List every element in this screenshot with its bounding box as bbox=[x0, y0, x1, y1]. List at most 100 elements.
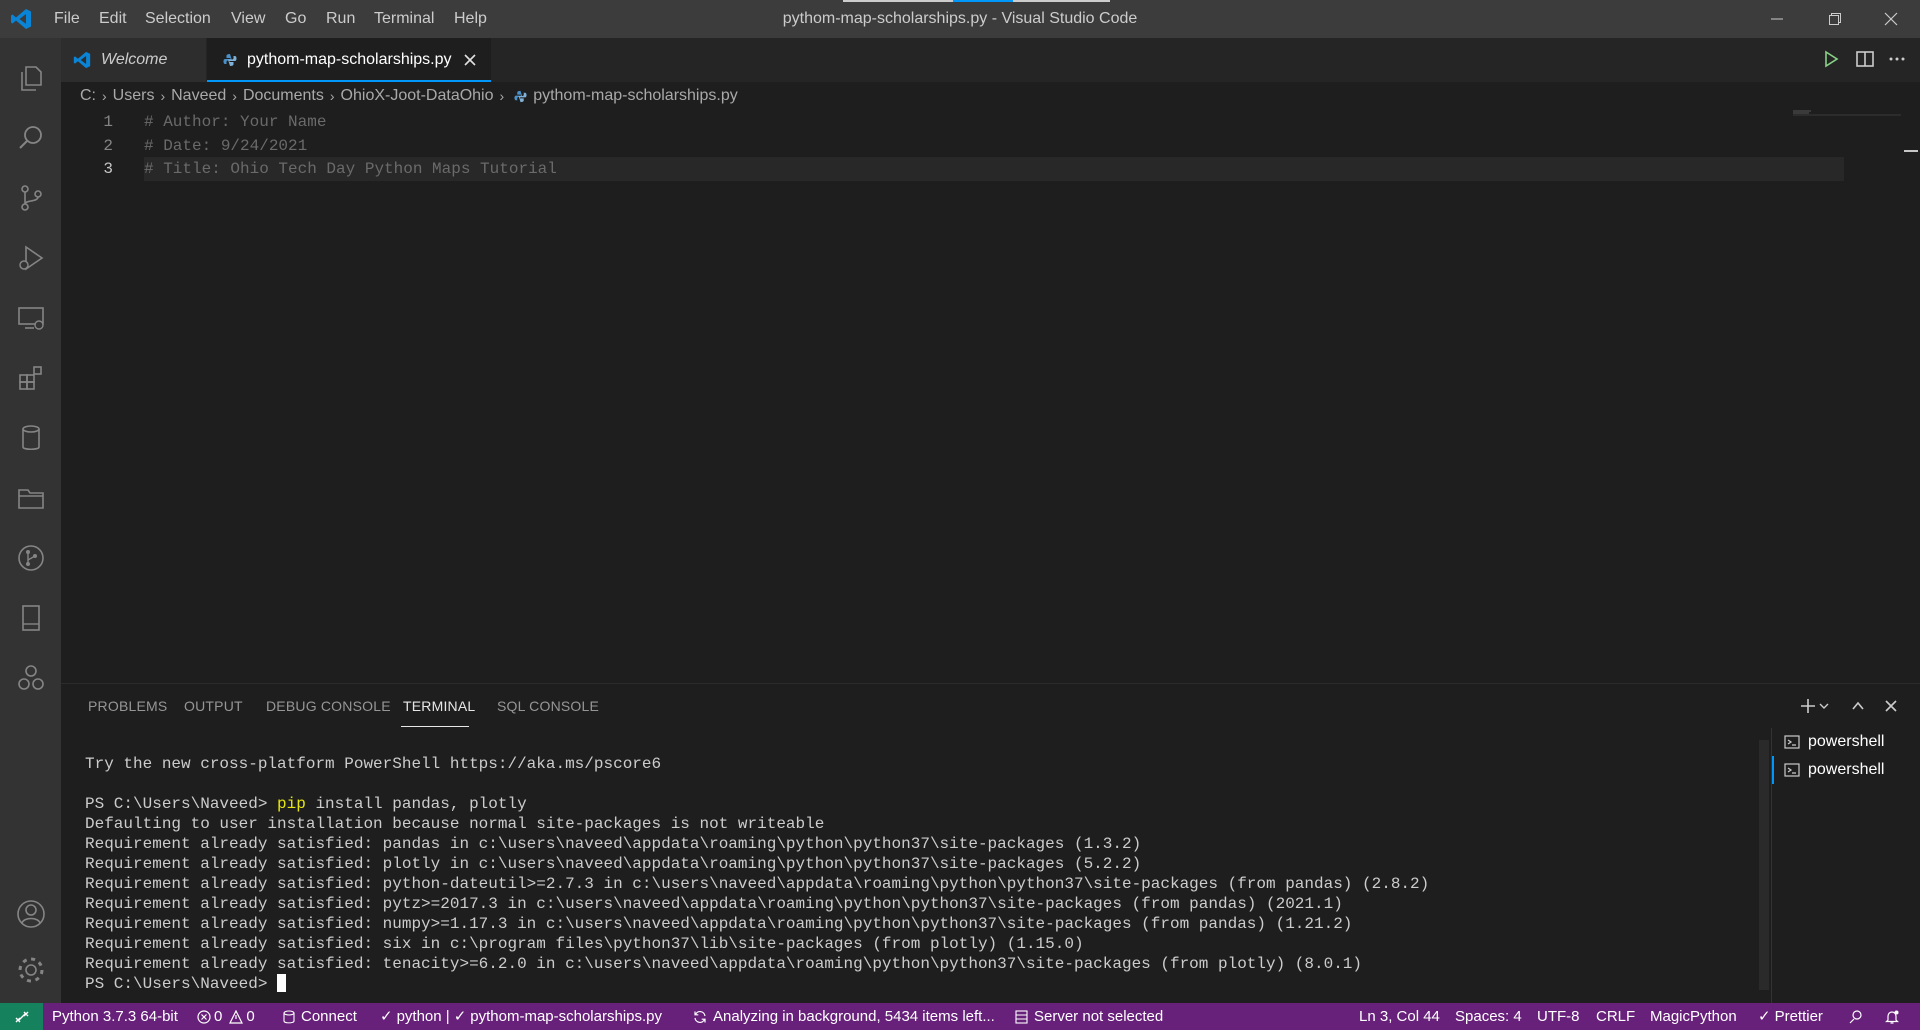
linter-label: python | bbox=[396, 1008, 450, 1025]
terminal-line: Defaulting to user installation because … bbox=[85, 815, 825, 833]
minimap[interactable] bbox=[1791, 110, 1906, 116]
tab-output[interactable]: OUTPUT bbox=[184, 684, 243, 728]
terminal-line: Requirement already satisfied: numpy>=1.… bbox=[85, 915, 1353, 933]
tab-debug-console[interactable]: DEBUG CONSOLE bbox=[266, 684, 391, 728]
indentation[interactable]: Spaces: 4 bbox=[1455, 1003, 1522, 1030]
breadcrumb-naveed[interactable]: Naveed bbox=[171, 87, 226, 105]
minimize-icon[interactable] bbox=[1754, 0, 1800, 38]
breadcrumb-folder[interactable]: OhioX-Joot-DataOhio bbox=[341, 87, 494, 105]
close-panel-icon[interactable] bbox=[1880, 695, 1902, 717]
chevron-right-icon: › bbox=[102, 88, 107, 104]
search-icon[interactable] bbox=[0, 110, 61, 166]
remote-indicator[interactable] bbox=[0, 1003, 43, 1030]
terminal-scrollbar[interactable] bbox=[1759, 740, 1769, 990]
prettier-label: Prettier bbox=[1774, 1008, 1823, 1025]
tab-welcome[interactable]: Welcome bbox=[61, 38, 206, 82]
server-label: Server not selected bbox=[1034, 1008, 1164, 1025]
live-share-icon[interactable] bbox=[0, 650, 61, 706]
remote-explorer-icon[interactable] bbox=[0, 290, 61, 346]
vscode-tab-icon bbox=[73, 51, 91, 69]
connect-database[interactable]: Connect bbox=[283, 1003, 357, 1030]
terminal-command: pip bbox=[277, 795, 306, 813]
linter-status[interactable]: ✓ python | ✓ pythom-map-scholarships.py bbox=[380, 1003, 662, 1030]
terminal-line: Requirement already satisfied: plotly in… bbox=[85, 855, 1142, 873]
menu-file[interactable]: File bbox=[54, 0, 80, 38]
error-count: 0 bbox=[214, 1008, 223, 1025]
terminal-line: Requirement already satisfied: six in c:… bbox=[85, 935, 1084, 953]
settings-gear-icon[interactable] bbox=[0, 942, 61, 998]
file-encoding[interactable]: UTF-8 bbox=[1537, 1003, 1580, 1030]
breadcrumb-drive[interactable]: C: bbox=[80, 87, 96, 105]
menu-help[interactable]: Help bbox=[454, 0, 487, 38]
run-debug-icon[interactable] bbox=[0, 230, 61, 286]
cursor-position[interactable]: Ln 3, Col 44 bbox=[1359, 1003, 1440, 1030]
menu-view[interactable]: View bbox=[231, 0, 265, 38]
activity-bar bbox=[0, 38, 61, 1003]
tab-active-label: pythom-map-scholarships.py bbox=[247, 51, 452, 68]
menu-edit[interactable]: Edit bbox=[99, 0, 127, 38]
split-editor-icon[interactable] bbox=[1855, 49, 1875, 69]
database-icon bbox=[283, 1009, 295, 1024]
tab-terminal[interactable]: TERMINAL bbox=[403, 684, 475, 728]
title-progress-indicator-accent bbox=[953, 0, 1013, 2]
check-icon: ✓ bbox=[453, 1008, 467, 1025]
restore-icon[interactable] bbox=[1812, 0, 1858, 38]
breadcrumb-file[interactable]: pythom-map-scholarships.py bbox=[533, 87, 738, 105]
maximize-panel-icon[interactable] bbox=[1847, 695, 1869, 717]
menu-selection[interactable]: Selection bbox=[145, 0, 211, 38]
tab-problems[interactable]: PROBLEMS bbox=[88, 684, 167, 728]
remote-icon bbox=[15, 1011, 28, 1022]
git-graph-icon[interactable] bbox=[0, 530, 61, 586]
tab-sql-console[interactable]: SQL CONSOLE bbox=[497, 684, 599, 728]
line-number: 1 bbox=[103, 113, 113, 131]
source-control-icon[interactable] bbox=[0, 170, 61, 226]
language-mode[interactable]: MagicPython bbox=[1650, 1003, 1737, 1030]
breadcrumb-users[interactable]: Users bbox=[113, 87, 155, 105]
editor-tab-bar: Welcome pythom-map-scholarships.py bbox=[61, 38, 1920, 82]
run-python-file-icon[interactable] bbox=[1821, 49, 1841, 69]
check-double-icon: ✓ bbox=[1758, 1008, 1771, 1025]
menu-go[interactable]: Go bbox=[285, 0, 306, 38]
error-icon bbox=[197, 1009, 211, 1024]
folder-icon[interactable] bbox=[0, 470, 61, 526]
new-terminal-icon[interactable] bbox=[1797, 695, 1819, 717]
terminal-instance[interactable]: powershell bbox=[1772, 728, 1920, 756]
more-actions-icon[interactable] bbox=[1887, 49, 1907, 69]
vscode-logo-icon bbox=[10, 8, 32, 30]
end-of-line[interactable]: CRLF bbox=[1596, 1003, 1635, 1030]
feedback-icon[interactable] bbox=[1848, 1003, 1864, 1030]
close-tab-icon[interactable] bbox=[463, 54, 476, 66]
menu-terminal[interactable]: Terminal bbox=[374, 0, 434, 38]
database-icon[interactable] bbox=[0, 410, 61, 466]
chevron-down-icon[interactable] bbox=[1817, 695, 1831, 717]
code-line: # Author: Your Name bbox=[144, 113, 327, 131]
terminal-line: Requirement already satisfied: tenacity>… bbox=[85, 955, 1363, 973]
active-terminal-indicator bbox=[1772, 756, 1774, 784]
prettier-status[interactable]: ✓ Prettier bbox=[1758, 1003, 1823, 1030]
bottom-panel: PROBLEMS OUTPUT DEBUG CONSOLE TERMINAL S… bbox=[61, 683, 1920, 1004]
chevron-right-icon: › bbox=[160, 88, 166, 104]
close-window-icon[interactable] bbox=[1868, 0, 1914, 38]
analysis-status[interactable]: Analyzing in background, 5434 items left… bbox=[693, 1003, 995, 1030]
code-editor[interactable]: 1 2 3 # Author: Your Name # Date: 9/24/2… bbox=[61, 110, 1920, 683]
account-icon[interactable] bbox=[0, 886, 61, 942]
problems-indicator[interactable]: 0 0 bbox=[197, 1003, 255, 1030]
scrollbar-cursor-marker bbox=[1904, 150, 1918, 152]
active-panel-tab-indicator bbox=[401, 726, 469, 727]
breadcrumb-documents[interactable]: Documents bbox=[243, 87, 324, 105]
tab-active-file[interactable]: pythom-map-scholarships.py bbox=[207, 38, 491, 82]
notifications-bell-icon[interactable] bbox=[1884, 1003, 1900, 1030]
files-icon[interactable] bbox=[0, 50, 61, 106]
terminal-instance-active[interactable]: powershell bbox=[1772, 756, 1920, 784]
terminal-output[interactable]: Try the new cross-platform PowerShell ht… bbox=[85, 754, 1765, 1004]
terminal-line: Try the new cross-platform PowerShell ht… bbox=[85, 755, 662, 773]
menu-run[interactable]: Run bbox=[326, 0, 355, 38]
terminal-icon bbox=[1784, 734, 1800, 750]
extensions-icon[interactable] bbox=[0, 350, 61, 406]
title-progress-indicator bbox=[843, 0, 953, 2]
python-file-icon bbox=[223, 53, 237, 67]
sql-server-status[interactable]: Server not selected bbox=[1015, 1003, 1163, 1030]
python-interpreter[interactable]: Python 3.7.3 64-bit bbox=[52, 1003, 178, 1030]
notebook-icon[interactable] bbox=[0, 590, 61, 646]
